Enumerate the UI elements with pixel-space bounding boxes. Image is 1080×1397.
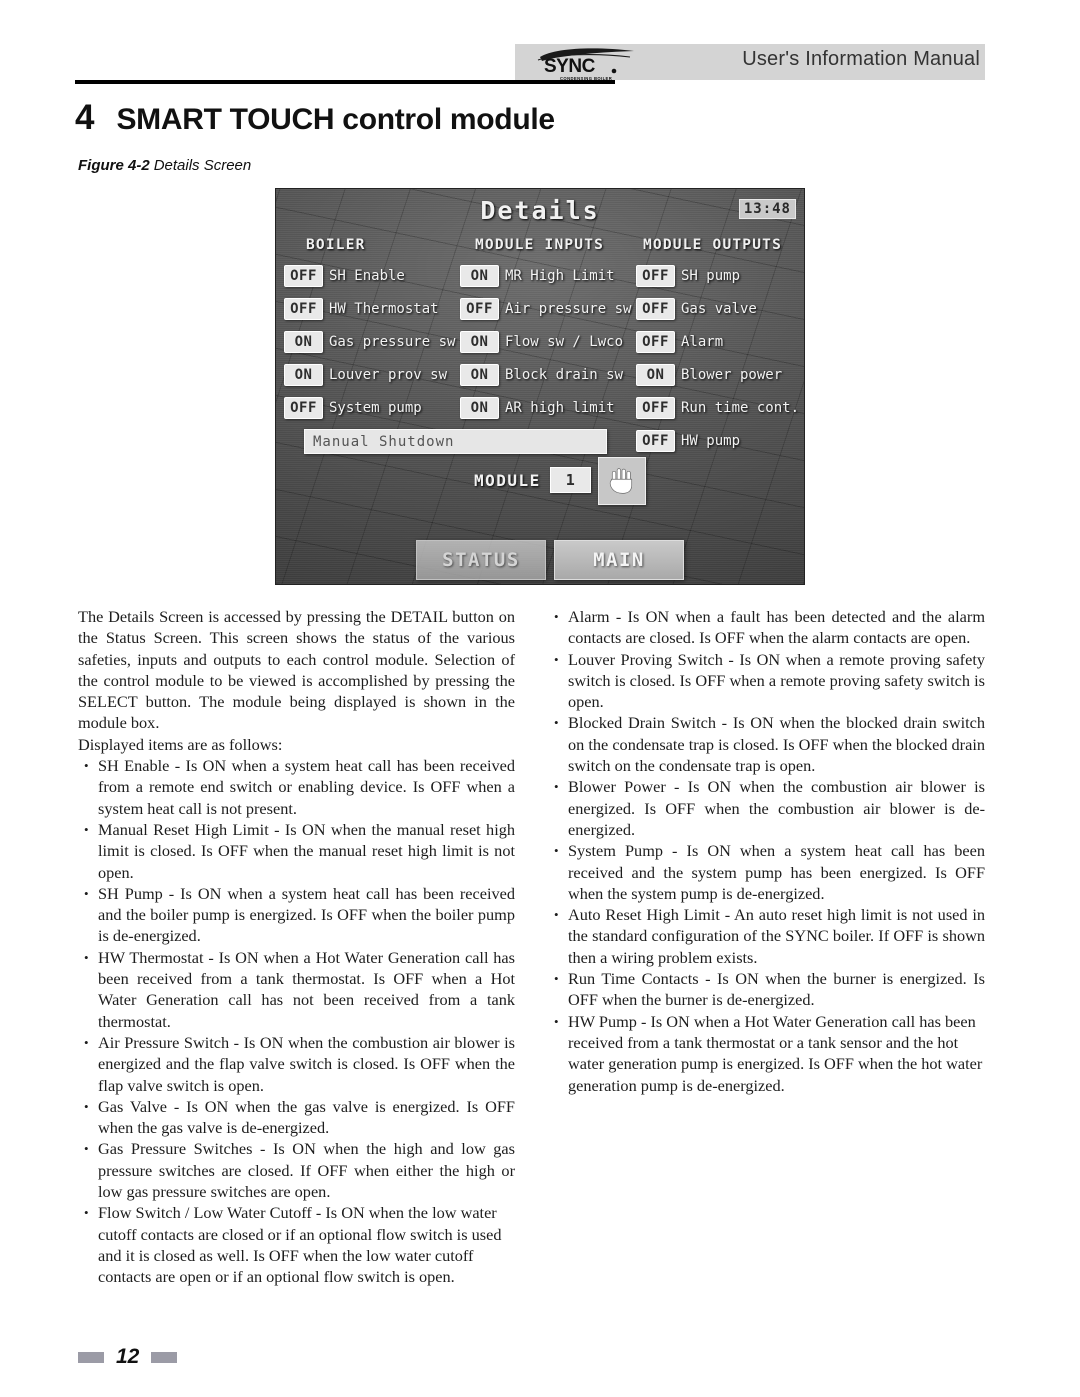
module-number-box[interactable]: 1	[549, 467, 591, 493]
page-number: 12	[116, 1345, 140, 1368]
row-label: Gas pressure sw	[329, 334, 456, 350]
row-label: Alarm	[681, 334, 724, 350]
module-input-row-0[interactable]: ON MR High Limit	[460, 265, 615, 287]
module-output-row-1[interactable]: OFF Gas valve	[636, 298, 757, 320]
row-label: HW pump	[681, 433, 741, 449]
row-label: Air pressure sw	[505, 301, 632, 317]
status-badge[interactable]: OFF	[636, 265, 675, 287]
screen-clock: 13:48	[738, 199, 796, 219]
column-header-module-inputs: MODULE INPUTS	[475, 237, 605, 253]
list-item: Alarm - Is ON when a fault has been dete…	[548, 606, 985, 649]
right-text-column: Alarm - Is ON when a fault has been dete…	[548, 606, 985, 1096]
module-output-row-5[interactable]: OFF HW pump	[636, 430, 740, 452]
column-header-module-outputs: MODULE OUTPUTS	[643, 237, 783, 253]
row-label: AR high limit	[505, 400, 615, 416]
row-label: System pump	[329, 400, 422, 416]
row-label: Flow sw / Lwco	[505, 334, 624, 350]
page-footer: 12	[78, 1345, 178, 1369]
list-item: SH Enable - Is ON when a system heat cal…	[78, 755, 515, 819]
list-item: Blower Power - Is ON when the combustion…	[548, 776, 985, 840]
manual-title: User's Information Manual	[742, 48, 980, 70]
status-badge[interactable]: OFF	[636, 331, 675, 353]
list-item: Manual Reset High Limit - Is ON when the…	[78, 819, 515, 883]
row-label: Louver prov sw	[329, 367, 448, 383]
row-label: SH Enable	[329, 268, 405, 284]
boiler-row-3[interactable]: ON Louver prov sw	[284, 364, 447, 386]
status-badge[interactable]: OFF	[284, 298, 323, 320]
footer-dash-right	[151, 1351, 178, 1363]
row-label: Gas valve	[681, 301, 757, 317]
list-item: Air Pressure Switch - Is ON when the com…	[78, 1032, 515, 1096]
status-badge[interactable]: ON	[460, 331, 499, 353]
list-item: Auto Reset High Limit - An auto reset hi…	[548, 904, 985, 968]
status-badge[interactable]: OFF	[284, 397, 323, 419]
right-bullet-list: Alarm - Is ON when a fault has been dete…	[548, 606, 985, 1096]
main-button[interactable]: MAIN	[554, 540, 684, 580]
chapter-number: 4	[75, 98, 95, 137]
module-output-row-2[interactable]: OFF Alarm	[636, 331, 723, 353]
boiler-row-4[interactable]: OFF System pump	[284, 397, 422, 419]
boiler-row-1[interactable]: OFF HW Thermostat	[284, 298, 439, 320]
boiler-row-2[interactable]: ON Gas pressure sw	[284, 331, 455, 353]
column-header-boiler: BOILER	[306, 237, 366, 253]
module-label: MODULE	[474, 470, 541, 490]
module-output-row-3[interactable]: ON Blower power	[636, 364, 782, 386]
row-label: Run time cont.	[681, 400, 800, 416]
module-input-row-3[interactable]: ON Block drain sw	[460, 364, 623, 386]
figure-label: Figure 4-2	[78, 157, 150, 174]
left-text-column: The Details Screen is accessed by pressi…	[78, 606, 515, 1288]
row-label: MR High Limit	[505, 268, 615, 284]
status-badge[interactable]: ON	[460, 397, 499, 419]
left-bullet-list: SH Enable - Is ON when a system heat cal…	[78, 755, 515, 1287]
module-input-row-2[interactable]: ON Flow sw / Lwco	[460, 331, 623, 353]
status-message-field: Manual Shutdown	[304, 429, 607, 454]
intro-paragraph-2: Displayed items are as follows:	[78, 734, 283, 754]
footer-dash-left	[78, 1351, 104, 1363]
status-badge[interactable]: ON	[460, 364, 499, 386]
module-input-row-4[interactable]: ON AR high limit	[460, 397, 615, 419]
header-rule	[75, 80, 615, 84]
module-selector[interactable]: MODULE 1	[474, 467, 591, 493]
list-item: SH Pump - Is ON when a system heat call …	[78, 883, 515, 947]
row-label: HW Thermostat	[329, 301, 439, 317]
page-title: 4 SMART TOUCH control module	[75, 98, 555, 138]
list-item: HW Pump - Is ON when a Hot Water Generat…	[548, 1011, 985, 1096]
status-badge[interactable]: ON	[460, 265, 499, 287]
list-item: Run Time Contacts - Is ON when the burne…	[548, 968, 985, 1011]
status-badge[interactable]: OFF	[636, 298, 675, 320]
status-badge[interactable]: ON	[284, 364, 323, 386]
module-output-row-0[interactable]: OFF SH pump	[636, 265, 740, 287]
status-badge[interactable]: ON	[636, 364, 675, 386]
status-badge[interactable]: OFF	[284, 265, 323, 287]
list-item: System Pump - Is ON when a system heat c…	[548, 840, 985, 904]
boiler-row-0[interactable]: OFF SH Enable	[284, 265, 405, 287]
module-input-row-1[interactable]: OFF Air pressure sw	[460, 298, 631, 320]
sync-logo: SYNC CONDENSING BOILER	[534, 46, 644, 84]
svg-text:SYNC: SYNC	[544, 56, 596, 77]
status-badge[interactable]: OFF	[636, 430, 675, 452]
list-item: Louver Proving Switch - Is ON when a rem…	[548, 649, 985, 713]
row-label: SH pump	[681, 268, 741, 284]
screen-title: Details	[480, 196, 600, 225]
list-item: Gas Pressure Switches - Is ON when the h…	[78, 1138, 515, 1202]
list-item: HW Thermostat - Is ON when a Hot Water G…	[78, 947, 515, 1032]
module-output-row-4[interactable]: OFF Run time cont.	[636, 397, 799, 419]
chapter-title: SMART TOUCH control module	[116, 103, 555, 136]
status-badge[interactable]: OFF	[636, 397, 675, 419]
list-item: Blocked Drain Switch - Is ON when the bl…	[548, 712, 985, 776]
figure-caption-text: Details Screen	[153, 157, 252, 174]
figure-caption: Figure 4-2 Details Screen	[78, 157, 251, 174]
status-badge[interactable]: ON	[284, 331, 323, 353]
row-label: Block drain sw	[505, 367, 624, 383]
details-screen-photo: Details 13:48 BOILER MODULE INPUTS MODUL…	[275, 188, 805, 585]
list-item: Flow Switch / Low Water Cutoff - Is ON w…	[78, 1202, 515, 1287]
list-item: Gas Valve - Is ON when the gas valve is …	[78, 1096, 515, 1139]
status-badge[interactable]: OFF	[460, 298, 499, 320]
status-button[interactable]: STATUS	[416, 540, 546, 580]
page-header: SYNC CONDENSING BOILER User's Informatio…	[0, 44, 1080, 86]
intro-paragraph: The Details Screen is accessed by pressi…	[78, 607, 515, 733]
row-label: Blower power	[681, 367, 783, 383]
hand-icon[interactable]	[598, 457, 646, 505]
